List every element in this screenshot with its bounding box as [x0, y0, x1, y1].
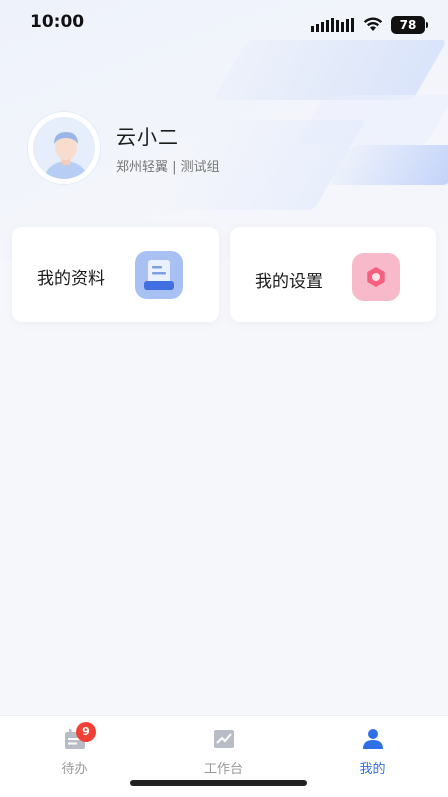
- tab-todo-label: 待办: [61, 762, 88, 777]
- wifi-icon: [363, 17, 383, 31]
- user-icon: [362, 729, 383, 749]
- document-icon: [135, 251, 183, 299]
- my-profile-card[interactable]: 我的资料: [12, 227, 219, 322]
- home-indicator: [130, 780, 307, 786]
- user-organization: 郑州轻翼 | 测试组: [116, 160, 220, 175]
- user-avatar-icon: [43, 132, 89, 179]
- my-settings-card[interactable]: 我的设置: [230, 227, 436, 322]
- battery-indicator: 78: [391, 16, 428, 34]
- status-time: 10:00: [30, 12, 85, 32]
- user-name: 云小二: [116, 125, 179, 149]
- chart-trend-icon: [213, 730, 234, 748]
- battery-level: 78: [399, 18, 417, 32]
- tab-workbench[interactable]: 工作台: [149, 716, 298, 786]
- tab-mine[interactable]: 我的: [298, 716, 447, 786]
- tab-todo[interactable]: 9 待办: [0, 716, 149, 786]
- my-profile-label: 我的资料: [37, 269, 105, 289]
- tab-mine-label: 我的: [359, 762, 386, 777]
- my-settings-label: 我的设置: [255, 272, 323, 292]
- signal-icon: [311, 18, 354, 32]
- status-bar: 10:00 78: [0, 0, 448, 46]
- decor-shape: [212, 40, 448, 100]
- gear-icon: [352, 253, 400, 301]
- todo-badge: 9: [76, 722, 96, 742]
- profile-header[interactable]: 云小二 郑州轻翼 | 测试组: [28, 112, 220, 184]
- avatar[interactable]: [28, 112, 100, 184]
- tab-workbench-label: 工作台: [203, 762, 243, 777]
